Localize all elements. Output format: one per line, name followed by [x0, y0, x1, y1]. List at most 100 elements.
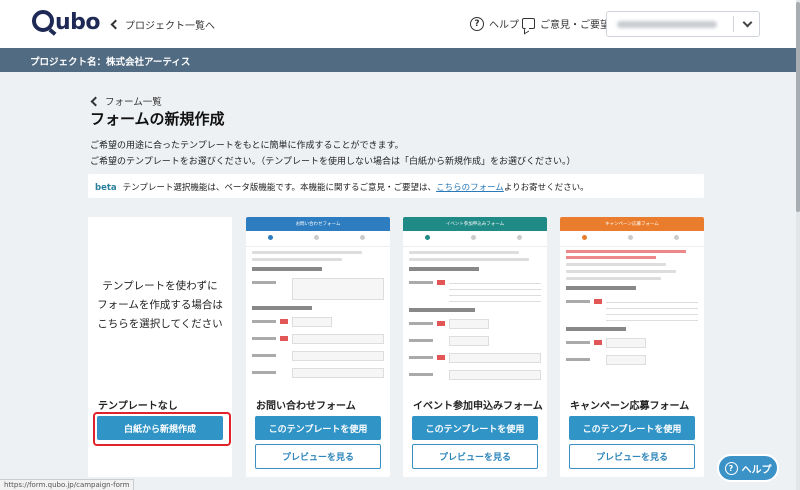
chevron-down-icon [742, 17, 753, 28]
description-line-2: ご希望のテンプレートをお選びください。（テンプレートを使用しない場合は「白紙から… [90, 157, 576, 167]
blurred-account-name [617, 21, 717, 28]
back-to-forms-label: フォーム一覧 [105, 97, 162, 108]
preview-field-row [566, 297, 698, 321]
chevron-left-icon [90, 96, 101, 106]
preview-field-label [252, 320, 276, 323]
feedback-form-link[interactable]: こちらのフォーム [436, 183, 504, 193]
preview-steps [246, 231, 390, 247]
preview-field-row [409, 353, 541, 363]
preview-radio-list [606, 297, 698, 321]
template-card-campaign: キャンペーン応募フォーム キャンペーン応募フォーム このテンプレートを使用 プレ… [560, 217, 704, 477]
preview-required-badge [280, 319, 288, 324]
help-circle-icon: ? [470, 16, 484, 31]
preview-field-row [409, 319, 541, 329]
card-label: キャンペーン応募フォーム [570, 401, 690, 412]
use-template-button[interactable]: このテンプレートを使用 [255, 416, 381, 440]
help-fab-label: ヘルプ [741, 464, 772, 476]
header-help-label: ヘルプ [489, 20, 519, 31]
preview-steps [403, 231, 547, 247]
preview-field-input [292, 351, 384, 361]
status-bar-url: https://form.qubo.jp/campaign-form [0, 479, 135, 490]
page-scrollbar[interactable] [796, 0, 800, 490]
preview-field-input [449, 336, 489, 346]
preview-text-line [566, 277, 661, 280]
preview-radio-list [449, 278, 541, 302]
step-dot [360, 235, 365, 240]
preview-field-label [566, 341, 590, 344]
back-to-projects-label: プロジェクト一覧へ [125, 21, 215, 32]
back-to-forms-link[interactable]: フォーム一覧 [90, 94, 162, 108]
preview-field-row [409, 336, 541, 346]
preview-section-title [566, 327, 626, 331]
preview-field-row [252, 317, 384, 327]
template-card-event: イベント参加申込みフォーム イベント参加申込みフォーム このテンプレートを使用 … [403, 217, 547, 477]
preview-field-row [252, 278, 384, 300]
preview-notice-line [566, 250, 686, 253]
preview-section-title [409, 308, 475, 312]
help-floating-button[interactable]: ? ヘルプ [717, 454, 779, 482]
preview-field-label [252, 281, 276, 284]
chevron-left-icon [110, 19, 121, 30]
scrollbar-thumb[interactable] [796, 2, 800, 212]
use-template-button[interactable]: このテンプレートを使用 [412, 416, 538, 440]
template-preview-image[interactable]: イベント参加申込みフォーム [403, 217, 547, 389]
preview-text-line [409, 258, 529, 261]
preview-field-row [409, 278, 541, 302]
preview-template-button[interactable]: プレビューを見る [569, 444, 695, 469]
template-preview-image[interactable]: キャンペーン応募フォーム [560, 217, 704, 389]
logo-q-mark [32, 10, 54, 32]
preview-field-label [409, 322, 433, 325]
notice-text-end: よりお寄せください。 [503, 183, 589, 193]
card-label: テンプレートなし [98, 401, 178, 412]
preview-required-badge [437, 280, 445, 285]
preview-text-line [252, 251, 362, 254]
preview-template-button[interactable]: プレビューを見る [412, 444, 538, 469]
preview-field-input [449, 370, 541, 380]
preview-field-label [252, 337, 276, 340]
preview-field-row [566, 338, 698, 348]
step-dot [517, 235, 522, 240]
step-dot [582, 235, 587, 240]
preview-required-badge [437, 355, 445, 360]
preview-section-title [252, 306, 312, 310]
header-help-link[interactable]: ? ヘルプ [470, 16, 519, 31]
preview-field-input [292, 368, 384, 378]
preview-field-label [252, 354, 276, 357]
preview-field-row [566, 355, 698, 365]
preview-required-badge [594, 340, 602, 345]
preview-field-label [409, 339, 433, 342]
preview-section-title [252, 267, 322, 271]
preview-field-label [409, 356, 433, 359]
preview-field-label [252, 371, 276, 374]
feedback-link[interactable]: ご意見・ご要望 [522, 16, 610, 31]
preview-required-badge [594, 299, 602, 304]
highlight-box [93, 412, 231, 446]
preview-text-line [252, 258, 342, 261]
app-header: ubo プロジェクト一覧へ ? ヘルプ ご意見・ご要望 [0, 0, 796, 48]
template-card-contact: お問い合わせフォーム お問い合わせフォーム このテンプレートを使用 プレビューを… [246, 217, 390, 477]
qubo-logo[interactable]: ubo [32, 10, 101, 35]
step-dot [425, 235, 430, 240]
step-dot [674, 235, 679, 240]
preview-field-label [409, 373, 433, 376]
beta-notice: beta テンプレート選択機能は、ベータ版機能です。本機能に関するご意見・ご要望は… [88, 174, 704, 198]
preview-template-button[interactable]: プレビューを見る [255, 444, 381, 469]
notice-text: テンプレート選択機能は、ベータ版機能です。本機能に関するご意見・ご要望は、 [122, 183, 437, 193]
preview-field-label [409, 281, 433, 284]
step-dot [628, 235, 633, 240]
back-to-projects-link[interactable]: プロジェクト一覧へ [110, 17, 215, 32]
template-preview-image[interactable]: お問い合わせフォーム [246, 217, 390, 389]
preview-steps [560, 231, 704, 247]
preview-field-input [292, 317, 332, 327]
chat-bubble-icon [522, 18, 535, 29]
page-description: ご希望の用途に合ったテンプレートをもとに簡単に作成することができます。 ご希望の… [90, 138, 575, 170]
user-account-select[interactable] [606, 11, 760, 37]
logo-text: ubo [55, 10, 101, 35]
preview-text-line [566, 263, 666, 266]
use-template-button[interactable]: このテンプレートを使用 [569, 416, 695, 440]
preview-field-input [449, 353, 541, 363]
preview-field-label [566, 358, 590, 361]
preview-section-title [566, 286, 636, 290]
step-dot [268, 235, 273, 240]
preview-field-row [409, 370, 541, 380]
